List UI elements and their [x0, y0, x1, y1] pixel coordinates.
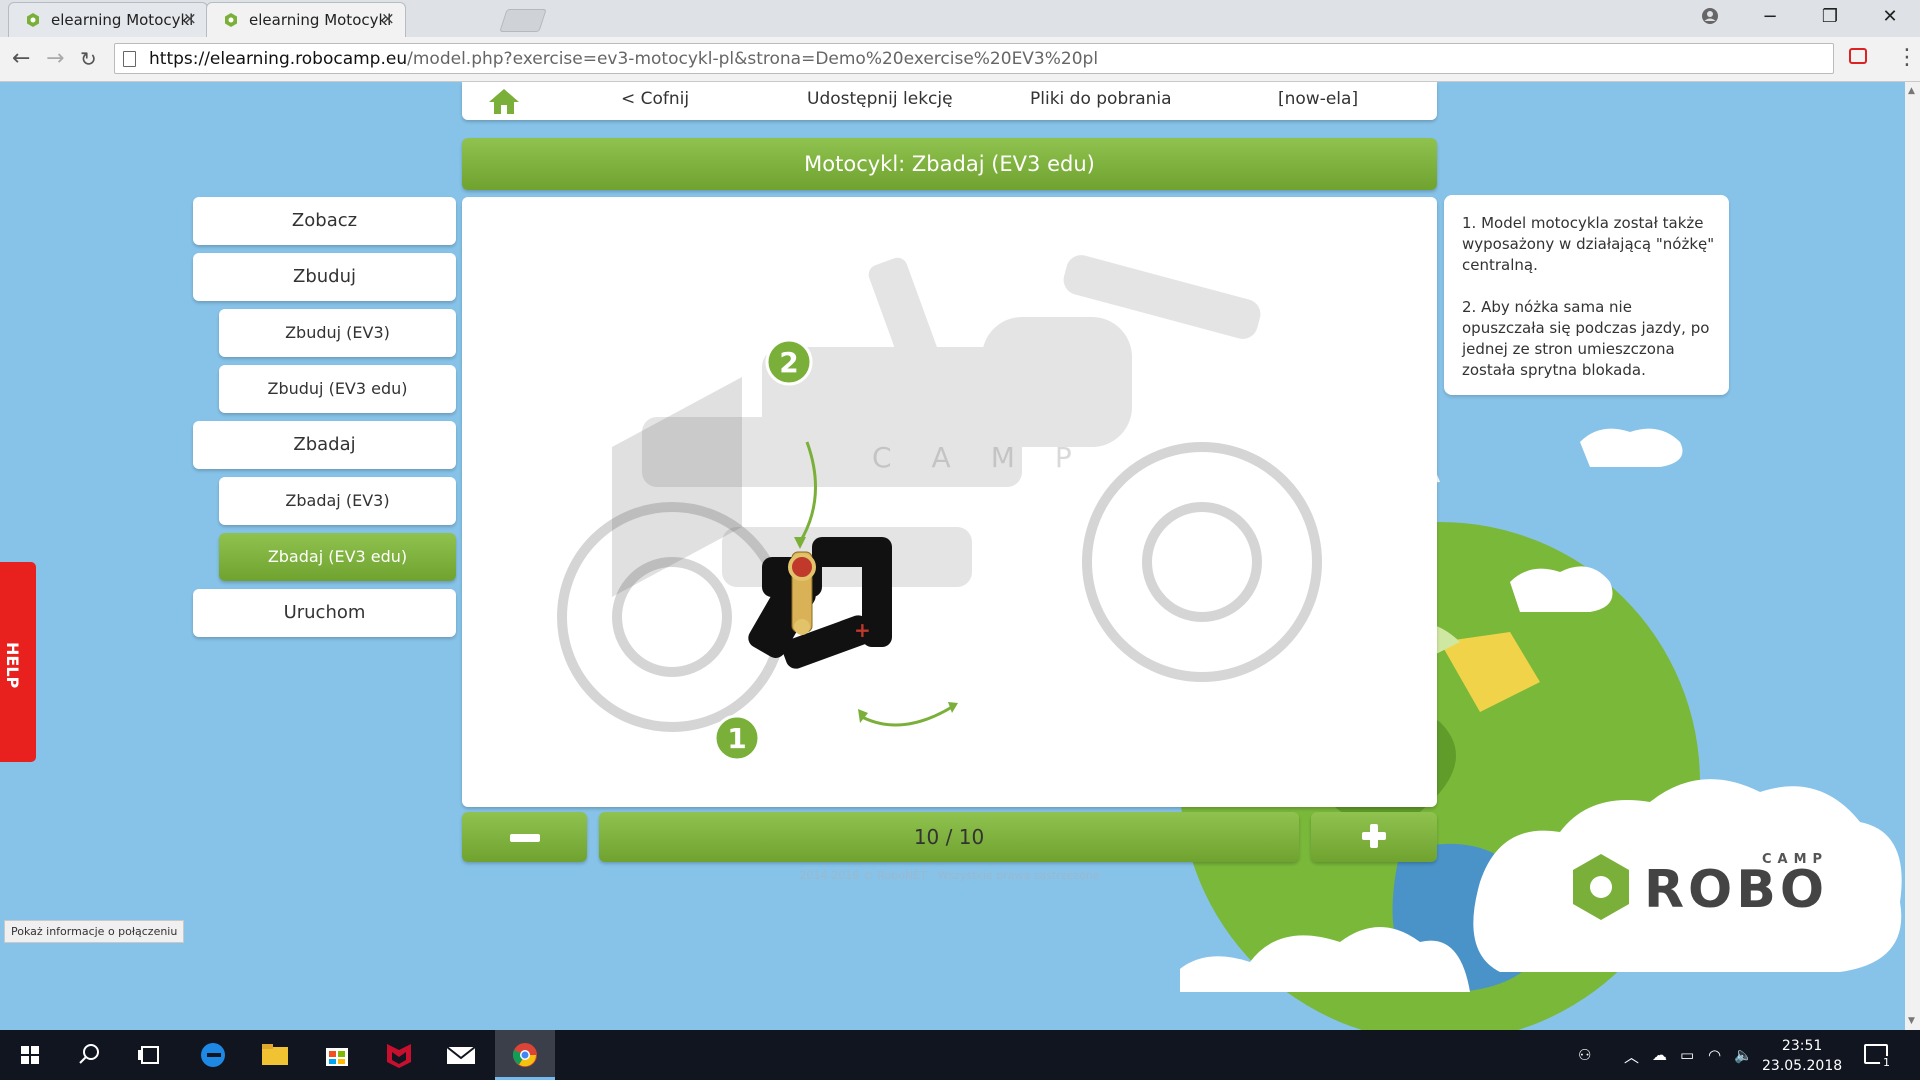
onedrive-icon[interactable]: ☁: [1652, 1046, 1667, 1064]
previous-step-button[interactable]: [462, 812, 587, 862]
windows-taskbar: ⚇ ︿ ☁ ▭ ◠ 🔈 23:51 23.05.2018 1: [0, 1030, 1920, 1080]
sidebar-item-zbadaj-ev3[interactable]: Zbadaj (EV3): [219, 477, 456, 525]
minus-icon: [510, 834, 540, 842]
profile-icon[interactable]: [1700, 6, 1720, 26]
info-box: 1. Model motocykla został także wyposażo…: [1444, 195, 1729, 395]
robo-camp-logo: CAMP ROBO: [1570, 852, 1870, 942]
motorcycle-model-illustration: CAMP: [557, 255, 1322, 762]
browser-tab-strip: elearning Motocykl × elearning Motocykl …: [0, 0, 1920, 37]
forward-arrow-icon[interactable]: →: [46, 45, 64, 73]
chrome-menu-icon[interactable]: ⋮: [1896, 45, 1918, 71]
browser-tab-2[interactable]: elearning Motocykl ×: [206, 2, 406, 37]
robocamp-hexagon-logo-icon: [1573, 854, 1629, 920]
sidebar-item-zbuduj[interactable]: Zbuduj: [193, 253, 456, 301]
robocamp-favicon-icon: [225, 13, 237, 27]
browser-toolbar: ← → ↻ https://elearning.robocamp.eu/mode…: [0, 37, 1920, 82]
battery-icon[interactable]: ▭: [1680, 1046, 1694, 1064]
file-explorer-icon[interactable]: [245, 1030, 305, 1080]
tray-chevron-icon[interactable]: ︿: [1624, 1046, 1639, 1067]
top-navigation: < Cofnij Udostępnij lekcję Pliki do pobr…: [462, 82, 1437, 120]
extension-icon[interactable]: [1849, 48, 1867, 64]
back-link[interactable]: < Cofnij: [621, 89, 689, 109]
robocamp-favicon-icon: [27, 13, 39, 27]
minimize-icon[interactable]: −: [1740, 0, 1800, 34]
page-viewport: CAMP ROBO < Cofnij Udostępnij lekcję Pli…: [0, 82, 1905, 1030]
info-paragraph-1: 1. Model motocykla został także wyposażo…: [1462, 214, 1715, 274]
browser-tab-1[interactable]: elearning Motocykl ×: [8, 2, 208, 37]
page-info-icon[interactable]: [123, 51, 136, 67]
volume-icon[interactable]: 🔈: [1734, 1046, 1753, 1064]
tab-title: elearning Motocykl: [249, 11, 392, 29]
sidebar-item-zbadaj-ev3-edu[interactable]: Zbadaj (EV3 edu): [219, 533, 456, 581]
sidebar-item-label: Zbadaj (EV3 edu): [267, 547, 408, 566]
restore-icon[interactable]: ❐: [1800, 0, 1860, 34]
notification-count: 1: [1880, 1056, 1893, 1069]
store-icon[interactable]: [307, 1030, 367, 1080]
people-icon[interactable]: ⚇: [1578, 1046, 1591, 1064]
plus-icon: [1362, 824, 1386, 848]
reload-icon[interactable]: ↻: [80, 45, 97, 73]
help-tab[interactable]: HELP: [0, 562, 36, 762]
step-counter-text: 10 / 10: [913, 825, 985, 849]
mcafee-icon[interactable]: [369, 1030, 429, 1080]
wifi-icon[interactable]: ◠: [1708, 1046, 1721, 1064]
user-link[interactable]: [now-ela]: [1278, 89, 1358, 109]
search-icon[interactable]: [60, 1030, 120, 1080]
address-bar[interactable]: https://elearning.robocamp.eu/model.php?…: [114, 43, 1834, 74]
step-marker-1: 1: [727, 722, 746, 755]
logo-robo-text: ROBO: [1644, 860, 1829, 920]
taskbar-clock[interactable]: 23:51 23.05.2018: [1762, 1036, 1842, 1076]
help-label: HELP: [3, 642, 22, 689]
clock-date: 23.05.2018: [1762, 1058, 1843, 1074]
sidebar-item-label: Zbuduj (EV3): [285, 323, 390, 342]
page-scrollbar[interactable]: ▲ ▼: [1905, 82, 1920, 1030]
sidebar-item-label: Zobacz: [291, 210, 358, 231]
scroll-up-icon[interactable]: ▲: [1908, 86, 1915, 96]
task-view-icon[interactable]: [120, 1030, 180, 1080]
downloads-link[interactable]: Pliki do pobrania: [1030, 89, 1172, 109]
back-arrow-icon[interactable]: ←: [12, 45, 30, 73]
share-lesson-link[interactable]: Udostępnij lekcję: [807, 89, 953, 109]
sidebar-item-label: Uruchom: [283, 602, 366, 623]
sidebar-item-label: Zbuduj: [293, 266, 356, 287]
next-step-button[interactable]: [1311, 812, 1437, 862]
close-window-icon[interactable]: ✕: [1860, 0, 1920, 34]
close-tab-icon[interactable]: ×: [183, 9, 197, 29]
scroll-down-icon[interactable]: ▼: [1908, 1016, 1915, 1026]
windows-start-icon[interactable]: [0, 1030, 60, 1080]
sidebar-item-label: Zbadaj (EV3): [285, 491, 390, 510]
chrome-taskbar-button[interactable]: [495, 1030, 555, 1080]
status-tooltip: Pokaż informacje o połączeniu: [4, 920, 185, 943]
page-title: Motocykl: Zbadaj (EV3 edu): [462, 138, 1437, 190]
instruction-image-panel: CAMP: [462, 197, 1437, 807]
url-text: https://elearning.robocamp.eu/model.php?…: [149, 49, 1099, 69]
step-marker-2: 2: [779, 346, 798, 379]
mail-icon[interactable]: [431, 1030, 491, 1080]
svg-text:+: +: [854, 618, 871, 642]
tab-title: elearning Motocykl: [51, 11, 194, 29]
new-tab-button[interactable]: [499, 9, 547, 32]
step-counter: 10 / 10: [599, 812, 1299, 862]
sidebar-item-uruchom[interactable]: Uruchom: [193, 589, 456, 637]
info-paragraph-2: 2. Aby nóżka sama nie opuszczała się pod…: [1462, 298, 1710, 379]
close-tab-icon[interactable]: ×: [381, 9, 395, 29]
edge-browser-icon[interactable]: [183, 1030, 243, 1080]
sidebar-item-label: Zbadaj: [293, 434, 356, 455]
home-icon[interactable]: [486, 86, 522, 116]
sidebar-item-label: Zbuduj (EV3 edu): [267, 379, 408, 398]
chrome-icon: [512, 1043, 537, 1067]
sidebar-item-zobacz[interactable]: Zobacz: [193, 197, 456, 245]
sidebar-item-zbadaj[interactable]: Zbadaj: [193, 421, 456, 469]
clock-time: 23:51: [1781, 1038, 1823, 1054]
copyright-text: 2014-2016 © RoboNET : Wszystkie prawa za…: [799, 869, 1100, 882]
sidebar-item-zbuduj-ev3[interactable]: Zbuduj (EV3): [219, 309, 456, 357]
sidebar-item-zbuduj-ev3-edu[interactable]: Zbuduj (EV3 edu): [219, 365, 456, 413]
